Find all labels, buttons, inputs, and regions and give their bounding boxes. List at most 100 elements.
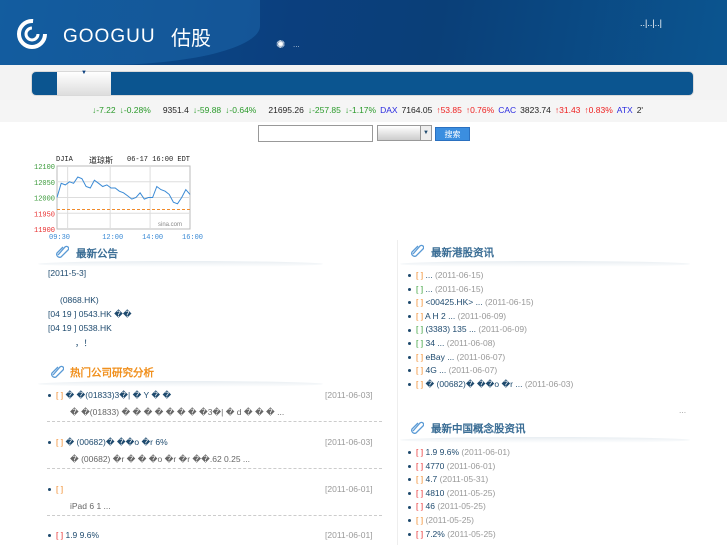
- dashed-divider: [47, 515, 382, 516]
- x-tick-label: 12:00: [102, 234, 123, 242]
- news-tag: [ ]: [416, 474, 424, 485]
- news-item[interactable]: [ ] ... (2011-06-15): [408, 284, 483, 294]
- news-text: <00425.HK> ...: [425, 297, 483, 308]
- news-text: (3383) 135 ...: [425, 324, 477, 335]
- main-nav: ▼: [31, 70, 694, 96]
- hk-more-link[interactable]: ...: [679, 405, 686, 415]
- paperclip-icon: [51, 365, 64, 378]
- ticker-row: ↓-7.22 ↓-0.28% 9351.4 ↓-59.88 ↓-0.64% 21695.2…: [92, 105, 692, 115]
- news-tag: [ ]: [416, 515, 424, 525]
- bullet-icon: [408, 274, 411, 278]
- bullet-icon: [408, 301, 411, 305]
- ticker-item: ↓-0.28%: [119, 105, 151, 115]
- news-date: (2011-06-15): [434, 283, 484, 294]
- news-item[interactable]: [ ] (3383) 135 ... (2011-06-09): [408, 324, 527, 334]
- nav-tab-active[interactable]: ▼: [57, 70, 111, 95]
- bullet-icon: [48, 488, 51, 492]
- research-item-title[interactable]: [ ] � (00682)� ��o �r 6%: [48, 437, 168, 448]
- research-date: [2011-06-03]: [325, 390, 373, 400]
- bullet-icon: [408, 464, 411, 468]
- news-item[interactable]: [ ] 4.7 (2011-05-31): [408, 474, 488, 484]
- news-text: 34 ...: [425, 338, 445, 348]
- ticker-item: ↓-1.17%: [344, 105, 377, 115]
- research-tag: [ ]: [56, 530, 64, 540]
- news-item[interactable]: [ ] 4770 (2011-06-01): [408, 461, 495, 471]
- search-type-select[interactable]: ▼: [377, 125, 432, 141]
- news-item[interactable]: [ ] 34 ... (2011-06-08): [408, 338, 495, 348]
- news-date: (2011-05-25): [446, 487, 496, 498]
- research-title-text: 1.9 9.6%: [65, 530, 100, 540]
- research-tag: [ ]: [56, 484, 64, 494]
- search-input[interactable]: [258, 125, 373, 142]
- ticker-item: ↑31.43: [554, 105, 581, 115]
- ticker-item: 21695.26: [268, 105, 304, 115]
- sun-icon: ✺: [276, 39, 286, 51]
- notice-line[interactable]: (0868.HK): [60, 295, 99, 305]
- news-date: (2011-06-07): [456, 351, 506, 362]
- news-tag: [ ]: [416, 487, 424, 498]
- news-item[interactable]: [ ] eBay ... (2011-06-07): [408, 352, 505, 362]
- research-item-title[interactable]: [ ]: [48, 484, 63, 494]
- news-date: (2011-06-15): [434, 270, 484, 280]
- news-item[interactable]: [ ] (2011-05-25): [408, 515, 474, 525]
- chevron-down-icon: ▼: [420, 126, 431, 140]
- news-item[interactable]: [ ] 1.9 9.6% (2011-06-01): [408, 447, 510, 457]
- notice-line[interactable]: ，！: [75, 337, 92, 349]
- news-text: 4.7: [425, 474, 438, 485]
- ticker-item: ↑53.85: [436, 105, 462, 115]
- notice-line[interactable]: [04 19 ] 0538.HK: [48, 323, 112, 333]
- research-title: 热门公司研究分析: [70, 367, 154, 379]
- ticker-item: 3823.74: [520, 105, 551, 115]
- ticker-item: ↓-257.85: [307, 105, 341, 115]
- bullet-icon: [48, 394, 51, 398]
- news-item[interactable]: [ ] 4G ... (2011-06-07): [408, 365, 497, 375]
- news-item[interactable]: [ ] 46 (2011-05-25): [408, 501, 486, 511]
- news-item[interactable]: [ ] � (00682)� ��o �r ... (2011-06-03): [408, 379, 573, 390]
- nav-area: ▼: [0, 65, 727, 100]
- news-tag: [ ]: [416, 447, 424, 457]
- research-summary: iPad 6 1 ...: [70, 501, 111, 511]
- top-links[interactable]: ..|..|..|: [640, 18, 662, 28]
- googuu-logo-icon[interactable]: [16, 18, 48, 50]
- ticker-item: ↓-0.64%: [225, 105, 257, 115]
- news-item[interactable]: [ ] 7.2% (2011-05-25): [408, 529, 496, 539]
- bullet-icon: [408, 287, 411, 291]
- bullet-icon: [408, 342, 411, 346]
- news-text: 4G ...: [425, 365, 447, 376]
- research-item-title[interactable]: [ ] � �(01833)3�| � Y � �: [48, 390, 171, 401]
- news-date: (2011-06-09): [457, 310, 507, 321]
- research-summary: � �(01833) � � � � � � � �3�| � d � � � …: [70, 407, 285, 417]
- news-date: (2011-06-15): [485, 297, 534, 308]
- ticker-item: CAC: [498, 105, 517, 115]
- news-tag: [ ]: [416, 270, 424, 280]
- caret-down-icon: ▼: [81, 70, 87, 76]
- site-header: GOOGUU 估股 ✺ ... ..|..|..|: [0, 0, 727, 65]
- news-text: ...: [425, 270, 433, 280]
- notice-line[interactable]: [2011-5-3]: [48, 268, 86, 278]
- news-date: (2011-06-08): [446, 338, 496, 348]
- news-tag: [ ]: [416, 528, 424, 539]
- y-tick-label: 12050: [34, 180, 55, 188]
- dashed-divider: [47, 468, 382, 469]
- y-tick-label: 12100: [34, 164, 55, 172]
- x-tick-label: 09:30: [49, 234, 70, 242]
- news-item[interactable]: [ ] A H 2 ... (2011-06-09): [408, 311, 506, 321]
- search-button[interactable]: 搜索: [435, 127, 470, 141]
- news-tag: [ ]: [416, 351, 424, 362]
- y-tick-label: 11950: [34, 211, 55, 219]
- research-tag: [ ]: [56, 437, 64, 447]
- divider: [400, 437, 690, 443]
- news-date: (2011-06-03): [524, 378, 574, 389]
- notice-line[interactable]: [04 19 ] 0543.HK ��: [48, 309, 132, 320]
- research-date: [2011-06-01]: [325, 484, 373, 494]
- bullet-icon: [408, 505, 411, 509]
- chart-plot: 121001205012000119501190009:30 12:00 14:00…: [34, 164, 203, 242]
- news-item[interactable]: [ ] 4810 (2011-05-25): [408, 488, 495, 498]
- header-subtext: ...: [293, 40, 300, 49]
- ticker-item: ↓-59.88: [192, 105, 222, 115]
- bullet-icon: [408, 519, 411, 523]
- news-item[interactable]: [ ] <00425.HK> ... (2011-06-15): [408, 297, 534, 307]
- research-item-title[interactable]: [ ] 1.9 9.6%: [48, 530, 99, 540]
- news-item[interactable]: [ ] ... (2011-06-15): [408, 270, 483, 280]
- ticker-item: ↑0.76%: [465, 105, 495, 115]
